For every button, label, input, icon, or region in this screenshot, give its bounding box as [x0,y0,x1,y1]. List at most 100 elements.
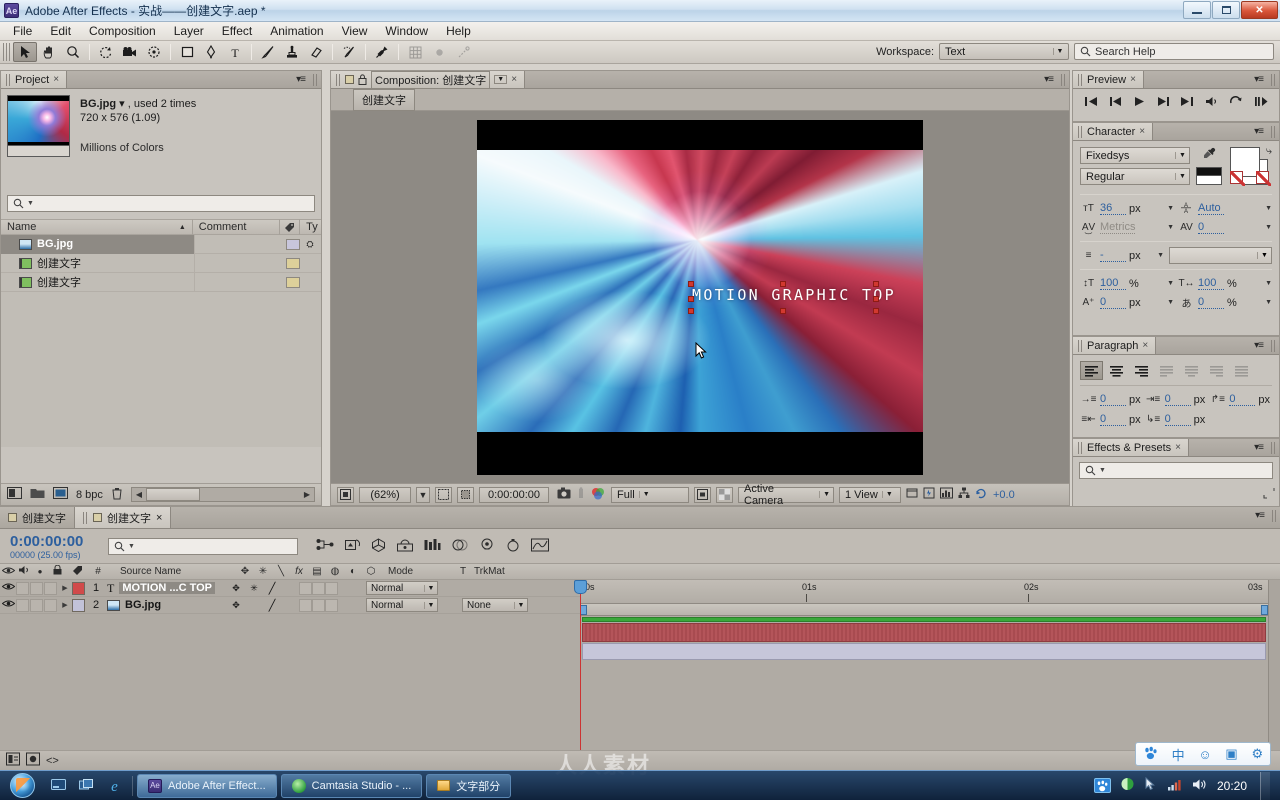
work-area-bar[interactable] [580,604,1268,616]
tab-composition[interactable]: Composition: 创建文字 ▼ × [331,70,526,89]
new-composition-icon[interactable] [53,487,68,502]
clone-stamp-tool[interactable] [280,42,304,62]
baidu-tray-icon[interactable] [1093,778,1111,793]
close-icon[interactable]: × [53,74,59,85]
pixel-aspect-icon[interactable] [906,487,918,502]
pen-tool[interactable] [199,42,223,62]
scroll-left-icon[interactable]: ◀ [132,490,146,499]
roto-brush-tool[interactable] [337,42,361,62]
pan-behind-tool[interactable] [142,42,166,62]
project-item-label-swatch[interactable] [286,238,300,250]
chevron-down-icon[interactable]: ▼ [1167,299,1174,306]
eyedropper-icon[interactable] [1203,147,1216,164]
vertical-scale-field[interactable]: ↕T 100 % ▼ [1080,275,1174,292]
layer-audio-toggle[interactable] [16,581,29,595]
loop-button[interactable] [1229,96,1243,110]
timeline-tab-2[interactable]: 创建文字 × [75,507,172,528]
timeline-tab-1[interactable]: 创建文字 [0,507,75,528]
close-icon[interactable]: × [1139,126,1145,137]
taskbar-button-folder[interactable]: 文字部分 [426,773,512,798]
panel-grip-icon[interactable] [1271,126,1276,138]
next-frame-button[interactable] [1156,96,1170,110]
zoom-tool[interactable] [61,42,85,62]
close-icon[interactable]: × [156,512,162,524]
text-handle-tc[interactable] [780,280,786,287]
indent-first-field[interactable]: ↱≡ 0 px [1209,391,1272,408]
layer-adjustment-switch[interactable] [325,581,338,595]
font-style-select[interactable]: Regular ▼ [1080,168,1190,185]
tab-paragraph[interactable]: Paragraph × [1073,337,1157,354]
auto-keyframe-icon[interactable] [506,538,520,555]
ime-settings-icon[interactable]: ⚙ [1251,746,1263,762]
column-label-icon[interactable] [280,219,301,235]
search-dropdown-icon[interactable]: ▼ [27,200,34,207]
graph-editor-icon[interactable] [531,538,549,555]
project-hscrollbar[interactable]: ◀ ▶ [130,487,315,502]
audio-button[interactable] [1205,96,1219,110]
close-icon[interactable]: × [1175,442,1181,453]
chevron-down-icon[interactable]: ▼ [1265,299,1272,306]
justify-all-button[interactable] [1230,361,1253,380]
layer-expand-arrow[interactable]: ▶ [58,601,72,609]
region-interest-toggle-icon[interactable] [694,486,711,503]
font-family-select[interactable]: Fixedsys ▼ [1080,147,1190,164]
canvas-text-layer[interactable]: MOTION GRAPHIC TOP [692,286,896,304]
kerning-field[interactable]: A͜V Metrics ▼ [1080,219,1174,236]
space-after-field[interactable]: ↳≡ 0 px [1145,411,1208,428]
taskbar-clock[interactable]: 20:20 [1217,779,1247,793]
chevron-down-icon[interactable]: ▼ [1157,252,1164,259]
panel-grip-icon[interactable] [1271,442,1276,454]
current-time-display[interactable]: 0:00:00:00 00000 (25.00 fps) [0,533,108,560]
menu-view[interactable]: View [333,22,377,40]
chevron-down-icon[interactable]: ▼ [1167,280,1174,287]
layer-frame-blend-switch[interactable] [299,581,312,595]
stroke-order-select[interactable]: ▼ [1169,247,1272,264]
project-item-comment[interactable] [194,272,282,292]
hand-tool[interactable] [37,42,61,62]
layer-mode-select[interactable]: Normal ▼ [366,598,438,612]
project-item-comp-2[interactable]: 创建文字 [1,272,321,292]
layer-label-color[interactable] [72,598,85,612]
menu-window[interactable]: Window [376,22,437,40]
color-depth-label[interactable]: 8 bpc [76,489,103,501]
space-before-field[interactable]: ≡⇤ 0 px [1080,411,1143,428]
no-fill-icon[interactable] [1230,171,1245,186]
menu-effect[interactable]: Effect [213,22,261,40]
layer-quality-switch[interactable]: ╱ [263,582,281,595]
show-snapshot-icon[interactable] [576,487,586,502]
grid-icon[interactable] [435,486,452,503]
project-item-comp-1[interactable]: 创建文字 [1,253,321,273]
workspace-select[interactable]: Text ▼ [939,43,1069,60]
close-button[interactable]: ✕ [1241,1,1278,19]
snapping-icon[interactable] [451,42,475,62]
layer-expand-arrow[interactable]: ▶ [58,584,72,592]
project-item-label-swatch[interactable] [286,276,300,288]
ime-mode-label[interactable]: 中 [1172,745,1185,764]
transparency-grid-icon[interactable] [716,486,733,503]
menu-animation[interactable]: Animation [261,22,332,40]
layer-mode-select[interactable]: Normal ▼ [366,581,438,595]
column-type[interactable]: Ty [300,219,321,235]
panel-grip-icon[interactable] [313,74,318,86]
effects-panel-resize-icon[interactable] [1263,487,1275,502]
close-icon[interactable]: × [1142,340,1148,351]
effects-search-dropdown-icon[interactable]: ▼ [1099,467,1106,474]
effects-search-input[interactable]: ▼ [1079,462,1273,479]
motion-blur-icon[interactable] [452,538,468,555]
minimize-button[interactable] [1183,1,1211,19]
camera-tool[interactable] [118,42,142,62]
panel-menu-icon[interactable]: ▾≡ [1254,126,1264,137]
interpret-footage-icon[interactable] [7,487,22,502]
taskbar-button-camtasia[interactable]: Camtasia Studio - ... [280,773,423,798]
hide-shy-layers-icon[interactable] [397,538,413,555]
start-button[interactable] [0,772,44,800]
brainstorm-icon[interactable] [479,538,495,555]
grid-guides-icon[interactable] [403,42,427,62]
volume-icon[interactable] [1192,778,1208,794]
menu-composition[interactable]: Composition [80,22,165,40]
prev-frame-button[interactable] [1109,96,1123,110]
panel-grip-icon[interactable] [1271,74,1276,86]
layer-source-name[interactable]: BG.jpg [125,599,161,611]
resolution-select[interactable]: Full ▼ [611,486,689,503]
font-size-field[interactable]: ᴛT 36 px ▼ [1080,200,1174,217]
